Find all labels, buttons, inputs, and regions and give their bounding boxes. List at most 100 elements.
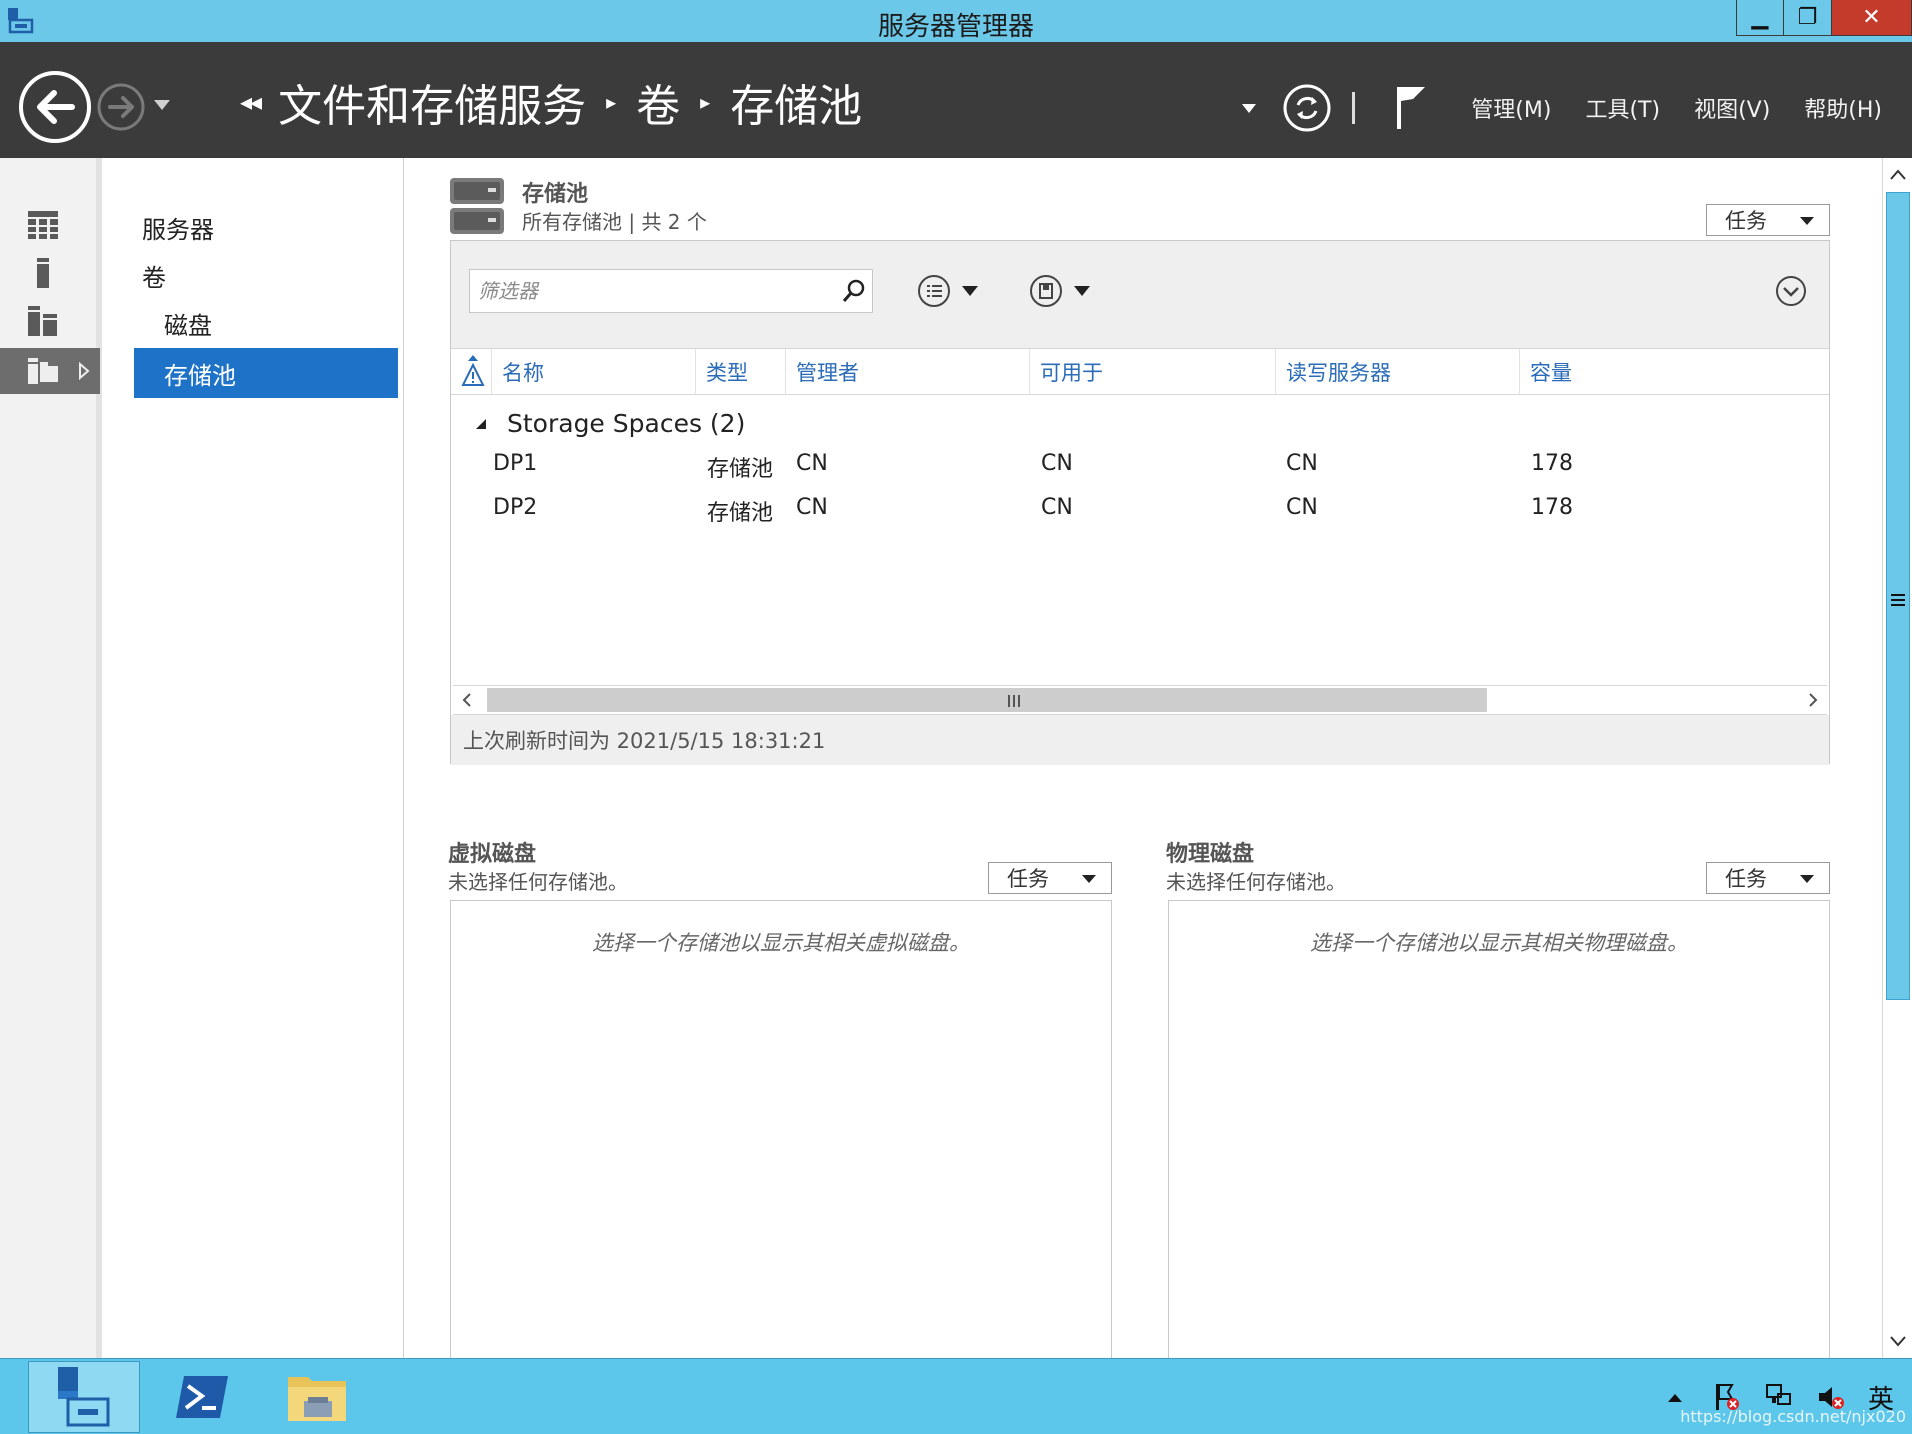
cell-available-to: CN bbox=[1041, 495, 1073, 520]
group-storage-spaces[interactable]: Storage Spaces (2) bbox=[475, 409, 745, 438]
taskbar-file-explorer[interactable] bbox=[262, 1361, 374, 1433]
grip-icon bbox=[1891, 594, 1905, 606]
window-controls: ▁ ❐ ✕ bbox=[1736, 0, 1912, 38]
breadcrumb-file-storage[interactable]: 文件和存储服务 bbox=[278, 70, 586, 134]
navigation-header: ◂◂ 文件和存储服务 ▸ 卷 ▸ 存储池 管理(M) 工具(T) 视图(V) 帮… bbox=[0, 42, 1912, 158]
notifications-flag-icon[interactable] bbox=[1391, 83, 1431, 133]
list-view-icon bbox=[918, 275, 950, 307]
nav-item-volumes[interactable]: 卷 bbox=[142, 258, 166, 293]
pools-tasks-button[interactable]: 任务 bbox=[1706, 204, 1830, 236]
vertical-scrollbar[interactable] bbox=[1882, 158, 1912, 1358]
title-bar: 服务器管理器 ▁ ❐ ✕ bbox=[0, 0, 1912, 42]
collapse-toggle-icon[interactable] bbox=[1775, 275, 1807, 307]
list-options-dropdown[interactable] bbox=[917, 271, 979, 311]
menu-help[interactable]: 帮助(H) bbox=[1804, 92, 1882, 124]
column-available-to[interactable]: 可用于 bbox=[1029, 349, 1275, 395]
chevron-down-icon bbox=[1074, 286, 1090, 296]
chevron-down-icon bbox=[1800, 875, 1814, 883]
server-manager-icon bbox=[58, 1367, 110, 1427]
menu-tools[interactable]: 工具(T) bbox=[1585, 92, 1660, 124]
section-subtitle-storage-pools: 所有存储池 | 共 2 个 bbox=[522, 210, 707, 234]
file-explorer-icon bbox=[288, 1377, 346, 1421]
menu-view[interactable]: 视图(V) bbox=[1694, 92, 1770, 124]
scroll-right-icon[interactable] bbox=[1799, 686, 1827, 714]
close-button[interactable]: ✕ bbox=[1832, 0, 1912, 36]
taskbar-powershell[interactable] bbox=[146, 1361, 258, 1433]
virtual-disks-tasks-button[interactable]: 任务 bbox=[988, 862, 1112, 894]
section-subtitle-virtual-disks: 未选择任何存储池。 bbox=[448, 870, 628, 894]
cell-rw-server: CN bbox=[1286, 451, 1318, 476]
section-title-virtual-disks: 虚拟磁盘 bbox=[448, 842, 537, 867]
back-arrow-icon[interactable] bbox=[18, 70, 92, 144]
header-actions: 管理(M) 工具(T) 视图(V) 帮助(H) bbox=[1240, 78, 1882, 138]
save-query-dropdown[interactable] bbox=[1029, 271, 1091, 311]
table-row[interactable]: DP1 存储池 CN CN CN 178 G bbox=[451, 445, 1829, 485]
group-label: Storage Spaces (2) bbox=[507, 409, 746, 438]
expand-arrow-icon bbox=[79, 362, 90, 380]
nav-item-disks[interactable]: 磁盘 bbox=[164, 306, 212, 341]
virtual-disks-panel: 选择一个存储池以显示其相关虚拟磁盘。 bbox=[450, 900, 1112, 1370]
cell-capacity: 178 G bbox=[1531, 451, 1581, 476]
last-refresh-status: 上次刷新时间为 2021/5/15 18:31:21 bbox=[451, 715, 1829, 765]
cell-type: 存储池 bbox=[707, 501, 774, 526]
table-row[interactable]: DP2 存储池 CN CN CN 178 G bbox=[451, 489, 1829, 529]
cell-rw-server: CN bbox=[1286, 495, 1318, 520]
window-title: 服务器管理器 bbox=[877, 12, 1034, 42]
cell-available-to: CN bbox=[1041, 451, 1073, 476]
chevron-down-icon bbox=[1082, 875, 1096, 883]
chevron-down-icon bbox=[962, 286, 978, 296]
save-icon bbox=[1030, 275, 1062, 307]
column-type[interactable]: 类型 bbox=[695, 349, 785, 395]
scroll-left-icon[interactable] bbox=[453, 686, 481, 714]
breadcrumb-volumes[interactable]: 卷 bbox=[636, 70, 680, 134]
section-subtitle-physical-disks: 未选择任何存储池。 bbox=[1166, 870, 1346, 894]
tasks-label: 任务 bbox=[1725, 209, 1767, 233]
section-title-physical-disks: 物理磁盘 bbox=[1166, 842, 1255, 867]
cell-managed-by: CN bbox=[796, 495, 828, 520]
column-name[interactable]: 名称 bbox=[491, 349, 695, 395]
rail-all-servers[interactable] bbox=[0, 298, 100, 344]
cell-managed-by: CN bbox=[796, 451, 828, 476]
local-server-icon bbox=[37, 258, 49, 288]
physical-disks-tasks-button[interactable]: 任务 bbox=[1706, 862, 1830, 894]
menu-manage[interactable]: 管理(M) bbox=[1471, 92, 1551, 124]
scroll-up-icon[interactable] bbox=[1887, 164, 1909, 186]
minimize-button[interactable]: ▁ bbox=[1736, 0, 1784, 36]
taskbar-server-manager[interactable] bbox=[28, 1361, 140, 1433]
file-storage-icon bbox=[28, 358, 58, 384]
scroll-down-icon[interactable] bbox=[1887, 1330, 1909, 1352]
horizontal-scrollbar[interactable] bbox=[453, 685, 1827, 715]
restore-button[interactable]: ❐ bbox=[1784, 0, 1832, 36]
column-managed-by[interactable]: 管理者 bbox=[785, 349, 1029, 395]
breadcrumb-storage-pools: 存储池 bbox=[730, 81, 863, 132]
nav-item-storage-pools[interactable]: 存储池 bbox=[134, 348, 398, 398]
forward-arrow-icon[interactable] bbox=[96, 82, 146, 132]
powershell-icon bbox=[176, 1376, 228, 1418]
breadcrumb-separator-icon: ▸ bbox=[700, 90, 711, 114]
rail-dashboard[interactable] bbox=[0, 202, 100, 248]
column-capacity[interactable]: 容量 bbox=[1519, 349, 1831, 395]
physical-disks-panel: 选择一个存储池以显示其相关物理磁盘。 bbox=[1168, 900, 1830, 1370]
rail-local-server[interactable] bbox=[0, 250, 100, 296]
nav-item-servers[interactable]: 服务器 bbox=[142, 210, 214, 245]
cell-type: 存储池 bbox=[707, 457, 774, 482]
breadcrumb-overflow-icon[interactable]: ◂◂ bbox=[240, 88, 262, 116]
breadcrumb-dropdown-icon[interactable] bbox=[1240, 102, 1258, 114]
breadcrumb-separator-icon: ▸ bbox=[606, 90, 617, 114]
refresh-icon[interactable] bbox=[1282, 83, 1332, 133]
search-icon[interactable] bbox=[840, 277, 868, 305]
watermark-text: https://blog.csdn.net/njx020 bbox=[1680, 1407, 1906, 1426]
expanded-triangle-icon bbox=[476, 418, 486, 429]
scroll-thumb[interactable] bbox=[1886, 192, 1910, 1000]
grip-icon bbox=[1008, 695, 1020, 707]
column-rw-server[interactable]: 读写服务器 bbox=[1275, 349, 1519, 395]
scroll-thumb[interactable] bbox=[487, 688, 1487, 712]
all-servers-icon bbox=[28, 306, 57, 336]
filter-input[interactable] bbox=[470, 270, 830, 312]
cell-name: DP2 bbox=[493, 495, 538, 520]
history-dropdown-icon[interactable] bbox=[152, 98, 172, 112]
warning-sort-icon[interactable] bbox=[461, 355, 485, 389]
rail-file-storage-services[interactable] bbox=[0, 348, 100, 394]
main-content: 存储池 所有存储池 | 共 2 个 任务 筛选器 名称 类型 管理者 可用于 读… bbox=[404, 158, 1882, 1370]
breadcrumb: ◂◂ 文件和存储服务 ▸ 卷 ▸ 存储池 bbox=[240, 72, 862, 132]
